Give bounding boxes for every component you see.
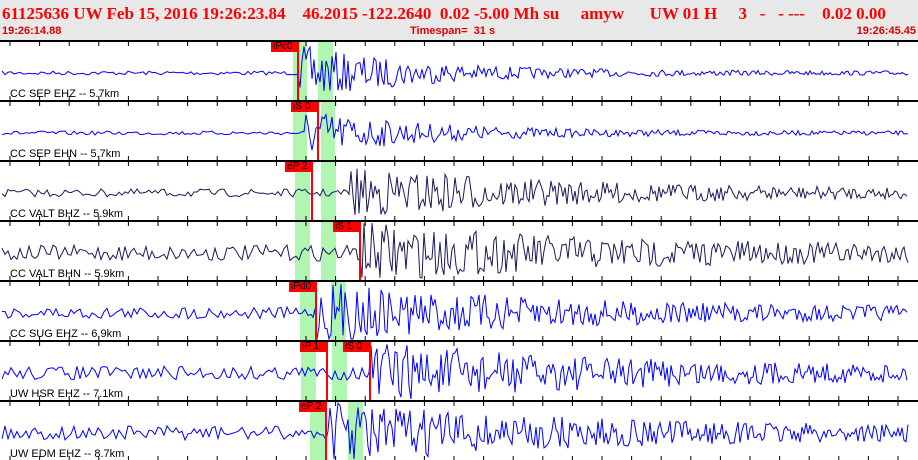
phase-pick-label[interactable]: iPd0 <box>289 282 316 292</box>
waveform-trace <box>1 45 909 91</box>
channel-panel[interactable]: iP 1 iS 0 UW HSR EHZ -- 7.1km <box>0 340 918 400</box>
channel-label: UW EDM EHZ -- 8.7km <box>10 448 125 460</box>
waveform-trace <box>1 402 909 460</box>
channel-panel[interactable]: eP 2 CC VALT BHZ -- 5.9km <box>0 160 918 220</box>
event-header: 61125636 UW Feb 15, 2016 19:26:23.84 46.… <box>0 0 918 40</box>
channel-label: CC VALT BHN -- 5.9km <box>10 268 125 280</box>
phase-pick-label[interactable]: iS 1 <box>333 222 360 232</box>
channel-label: CC SEP EHN -- 5.7km <box>10 148 121 160</box>
channel-label: UW HSR EHZ -- 7.1km <box>10 388 124 400</box>
start-time: 19:26:14.88 <box>2 25 62 37</box>
end-time: 19:26:45.45 <box>856 25 916 37</box>
phase-pick-label[interactable]: eP 2 <box>299 402 326 412</box>
channel-panel[interactable]: eP 2 UW EDM EHZ -- 8.7km <box>0 400 918 460</box>
waveform-trace <box>2 284 908 340</box>
phase-pick-label[interactable]: eP 2 <box>285 162 312 172</box>
phase-pick-label[interactable]: iPc0 <box>271 42 298 52</box>
event-summary: 61125636 UW Feb 15, 2016 19:26:23.84 46.… <box>2 4 886 23</box>
waveform-trace <box>1 222 909 279</box>
phase-pick-label[interactable]: iP 1 <box>300 342 327 352</box>
waveform-trace <box>1 344 908 400</box>
phase-pick-label[interactable]: iS 0 <box>291 102 318 112</box>
channel-panel[interactable]: iPd0 CC SUG EHZ -- 6.9km <box>0 280 918 340</box>
channel-label: CC SEP EHZ -- 5.7km <box>10 88 120 100</box>
seismogram-plot[interactable]: iPc0 CC SEP EHZ -- 5.7km iS 0 CC SEP EHN --… <box>0 40 918 460</box>
channel-label: CC SUG EHZ -- 6.9km <box>10 328 122 340</box>
waveform-trace <box>1 168 908 216</box>
channel-panel[interactable]: iS 0 CC SEP EHN -- 5.7km <box>0 100 918 160</box>
channel-panel[interactable]: iPc0 CC SEP EHZ -- 5.7km <box>0 40 918 100</box>
waveform-trace <box>1 112 908 151</box>
channel-panel[interactable]: iS 1 CC VALT BHN -- 5.9km <box>0 220 918 280</box>
channel-label: CC VALT BHZ -- 5.9km <box>10 208 124 220</box>
phase-pick-label[interactable]: iS 0 <box>343 342 370 352</box>
timespan: Timespan= 31 s <box>410 25 496 37</box>
